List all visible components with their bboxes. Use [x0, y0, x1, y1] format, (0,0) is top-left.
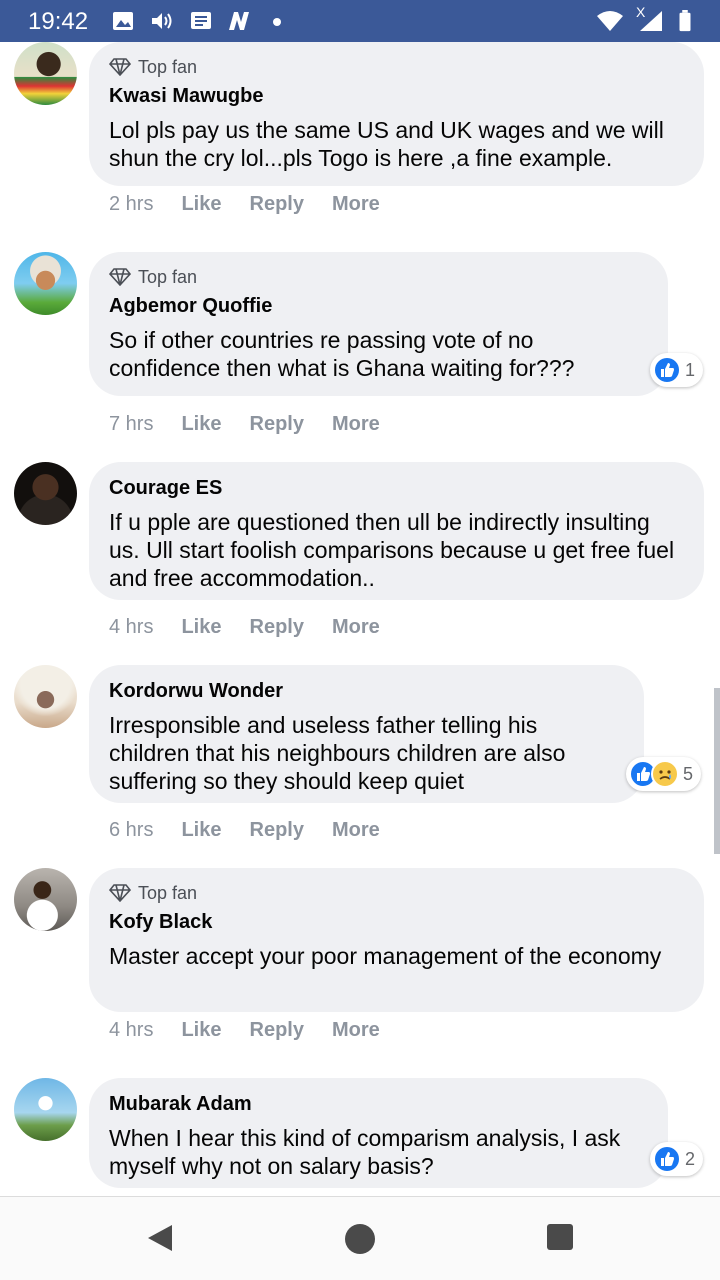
comment-text: Irresponsible and useless father telling…	[109, 712, 566, 794]
comment-author[interactable]: Courage ES	[109, 476, 684, 500]
top-fan-badge: Top fan	[109, 882, 684, 904]
comment-text: Lol pls pay us the same US and UK wages …	[109, 117, 664, 171]
comment-time: 7 hrs	[109, 413, 154, 435]
more-button[interactable]: More	[332, 413, 380, 436]
volume-icon	[152, 13, 172, 29]
top-fan-badge: Top fan	[109, 266, 648, 288]
comment-author[interactable]: Kofy Black	[109, 910, 684, 934]
scrollbar[interactable]	[714, 688, 720, 854]
reply-button[interactable]: Reply	[250, 413, 304, 436]
n-app-icon	[229, 12, 249, 30]
reaction-summary[interactable]: 2	[650, 1142, 704, 1176]
reply-button[interactable]: Reply	[250, 193, 304, 216]
reply-button[interactable]: Reply	[250, 1019, 304, 1042]
reply-button[interactable]: Reply	[250, 819, 304, 842]
avatar[interactable]	[14, 462, 77, 525]
avatar[interactable]	[14, 42, 77, 105]
comment-bubble: Top fan Kwasi Mawugbe Lol pls pay us the…	[89, 42, 704, 186]
comment-time: 2 hrs	[109, 193, 154, 215]
comments-feed[interactable]: Top fan Kwasi Mawugbe Lol pls pay us the…	[0, 42, 720, 1196]
more-button[interactable]: More	[332, 193, 380, 216]
sad-reaction-icon	[651, 760, 679, 788]
avatar[interactable]	[14, 252, 77, 315]
gallery-icon	[113, 12, 133, 30]
comment-bubble: Courage ES If u pple are questioned then…	[89, 462, 704, 600]
comment-text: Master accept your poor management of th…	[109, 943, 662, 969]
reaction-count: 2	[685, 1148, 696, 1169]
reaction-count: 1	[685, 359, 696, 380]
like-button[interactable]: Like	[181, 616, 221, 639]
signal-icon	[640, 11, 662, 31]
navigation-bar	[0, 1196, 720, 1280]
reaction-count: 5	[683, 763, 694, 784]
more-button[interactable]: More	[332, 819, 380, 842]
diamond-icon	[109, 58, 131, 76]
home-icon[interactable]	[344, 1223, 376, 1255]
reaction-summary[interactable]: 1	[650, 353, 704, 387]
comment-bubble: Top fan Agbemor Quoffie So if other coun…	[89, 252, 668, 396]
avatar[interactable]	[14, 665, 77, 728]
comment-actions: 2 hrs Like Reply More	[109, 193, 408, 216]
more-button[interactable]: More	[332, 616, 380, 639]
like-button[interactable]: Like	[181, 413, 221, 436]
top-fan-label: Top fan	[138, 882, 198, 903]
comment-time: 4 hrs	[109, 616, 154, 638]
notification-dot-icon	[273, 18, 281, 26]
comment-author[interactable]: Agbemor Quoffie	[109, 294, 648, 318]
diamond-icon	[109, 884, 131, 902]
comment-actions: 4 hrs Like Reply More	[109, 1019, 408, 1042]
comment-time: 6 hrs	[109, 819, 154, 841]
comment-text: So if other countries re passing vote of…	[109, 327, 575, 381]
back-icon[interactable]	[146, 1223, 174, 1253]
diamond-icon	[109, 268, 131, 286]
comment-actions: 7 hrs Like Reply More	[109, 413, 408, 436]
more-button[interactable]: More	[332, 1019, 380, 1042]
top-fan-badge: Top fan	[109, 56, 684, 78]
like-reaction-icon	[653, 356, 681, 384]
avatar[interactable]	[14, 868, 77, 931]
status-time: 19:42	[28, 8, 89, 35]
comment-text: If u pple are questioned then ull be ind…	[109, 509, 675, 591]
reaction-summary[interactable]: 5	[626, 757, 702, 791]
comment-author[interactable]: Mubarak Adam	[109, 1092, 648, 1116]
comment-actions: 6 hrs Like Reply More	[109, 819, 408, 842]
top-fan-label: Top fan	[138, 56, 198, 77]
comment-bubble: Top fan Kofy Black Master accept your po…	[89, 868, 704, 1012]
reply-button[interactable]: Reply	[250, 616, 304, 639]
battery-icon	[679, 10, 691, 32]
message-icon	[191, 12, 211, 29]
comment-actions: 4 hrs Like Reply More	[109, 616, 408, 639]
like-button[interactable]: Like	[181, 193, 221, 216]
like-button[interactable]: Like	[181, 1019, 221, 1042]
recents-icon[interactable]	[546, 1223, 574, 1251]
comment-bubble: Mubarak Adam When I hear this kind of co…	[89, 1078, 668, 1188]
top-fan-label: Top fan	[138, 266, 198, 287]
comment-author[interactable]: Kordorwu Wonder	[109, 679, 624, 703]
comment-bubble: Kordorwu Wonder Irresponsible and useles…	[89, 665, 644, 803]
avatar[interactable]	[14, 1078, 77, 1141]
like-reaction-icon	[653, 1145, 681, 1173]
comment-text: When I hear this kind of comparism analy…	[109, 1125, 621, 1179]
wifi-icon	[597, 11, 623, 31]
comment-time: 4 hrs	[109, 1019, 154, 1041]
comment-author[interactable]: Kwasi Mawugbe	[109, 84, 684, 108]
like-button[interactable]: Like	[181, 819, 221, 842]
status-bar: 19:42 X	[0, 0, 720, 42]
